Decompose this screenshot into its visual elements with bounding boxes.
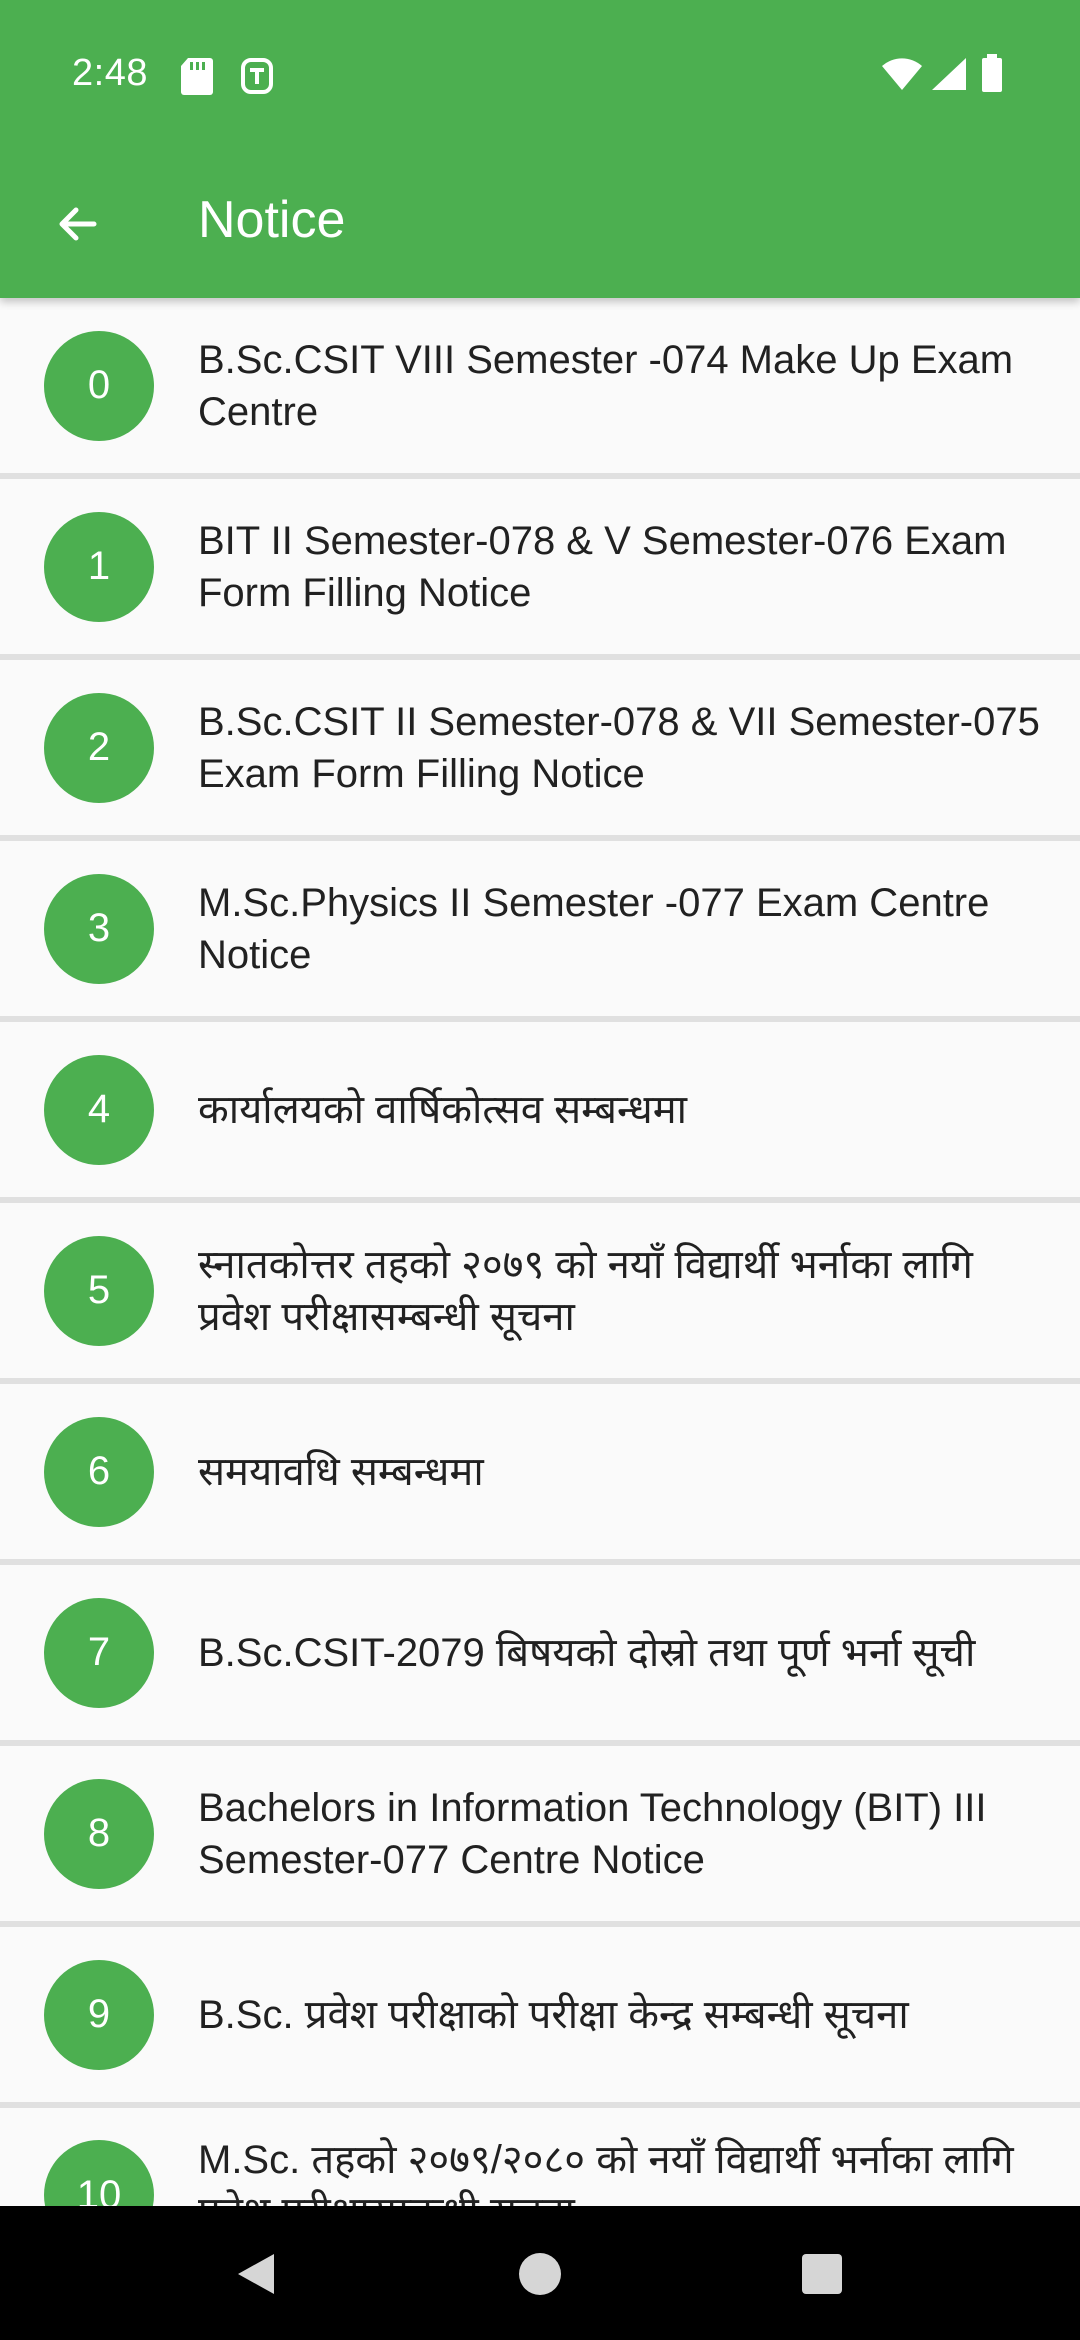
list-item[interactable]: 10 M.Sc. तहको २०७९/२०८० को नयाँ विद्यार्… xyxy=(0,2108,1080,2206)
index-avatar: 10 xyxy=(44,2140,154,2206)
list-item[interactable]: 7 B.Sc.CSIT-2079 बिषयको दोस्रो तथा पूर्ण… xyxy=(0,1565,1080,1740)
notice-title: Bachelors in Information Technology (BIT… xyxy=(198,1785,987,1882)
notice-list[interactable]: 0 B.Sc.CSIT VIII Semester -074 Make Up E… xyxy=(0,298,1080,2206)
notice-title: B.Sc. प्रवेश परीक्षाको परीक्षा केन्द्र स… xyxy=(198,1992,909,2037)
list-item[interactable]: 4 कार्यालयको वार्षिकोत्सव सम्बन्धमा xyxy=(0,1022,1080,1197)
notice-title: BIT II Semester-078 & V Semester-076 Exa… xyxy=(198,518,1007,615)
index-avatar: 7 xyxy=(44,1597,154,1708)
index-avatar: 8 xyxy=(44,1778,154,1889)
list-item[interactable]: 5 स्नातकोत्तर तहको २०७९ को नयाँ विद्यार्… xyxy=(0,1203,1080,1378)
list-item[interactable]: 0 B.Sc.CSIT VIII Semester -074 Make Up E… xyxy=(0,298,1080,473)
sd-card-icon xyxy=(180,56,214,100)
toolbar: Notice xyxy=(0,150,1080,298)
recents-square-icon[interactable] xyxy=(794,2246,850,2302)
index-avatar: 3 xyxy=(44,873,154,984)
notice-title: स्नातकोत्तर तहको २०७९ को नयाँ विद्यार्थी… xyxy=(198,1242,973,1339)
notice-title: M.Sc.Physics II Semester -077 Exam Centr… xyxy=(198,880,990,977)
page-title: Notice xyxy=(198,191,346,249)
status-time: 2:48 xyxy=(72,52,148,94)
index-avatar: 1 xyxy=(44,511,154,622)
arrow-back-icon[interactable] xyxy=(34,180,122,268)
index-avatar: 9 xyxy=(44,1959,154,2070)
index-avatar: 0 xyxy=(44,330,154,441)
back-triangle-icon[interactable] xyxy=(228,2246,284,2302)
status-bar: 2:48 xyxy=(0,0,1080,150)
wifi-icon xyxy=(880,56,924,96)
notice-title: B.Sc.CSIT-2079 बिषयको दोस्रो तथा पूर्ण भ… xyxy=(198,1630,976,1675)
assistant-icon xyxy=(240,56,274,100)
list-item[interactable]: 3 M.Sc.Physics II Semester -077 Exam Cen… xyxy=(0,841,1080,1016)
list-item[interactable]: 9 B.Sc. प्रवेश परीक्षाको परीक्षा केन्द्र… xyxy=(0,1927,1080,2102)
index-avatar: 4 xyxy=(44,1054,154,1165)
battery-icon xyxy=(980,54,1004,98)
list-item[interactable]: 6 समयावधि सम्बन्धमा xyxy=(0,1384,1080,1559)
index-avatar: 6 xyxy=(44,1416,154,1527)
home-circle-icon[interactable] xyxy=(512,2246,568,2302)
notice-title: B.Sc.CSIT VIII Semester -074 Make Up Exa… xyxy=(198,337,1014,434)
cell-signal-icon xyxy=(928,56,968,96)
app-bar: 2:48 Notice xyxy=(0,0,1080,298)
notice-title: कार्यालयको वार्षिकोत्सव सम्बन्धमा xyxy=(198,1087,687,1132)
list-item[interactable]: 1 BIT II Semester-078 & V Semester-076 E… xyxy=(0,479,1080,654)
index-avatar: 5 xyxy=(44,1235,154,1346)
notice-title: समयावधि सम्बन्धमा xyxy=(198,1449,484,1494)
notice-title: M.Sc. तहको २०७९/२०८० को नयाँ विद्यार्थी … xyxy=(198,2138,1014,2206)
notice-title: B.Sc.CSIT II Semester-078 & VII Semester… xyxy=(198,699,1040,796)
index-avatar: 2 xyxy=(44,692,154,803)
system-nav-bar xyxy=(0,2206,1080,2340)
list-item[interactable]: 8 Bachelors in Information Technology (B… xyxy=(0,1746,1080,1921)
list-item[interactable]: 2 B.Sc.CSIT II Semester-078 & VII Semest… xyxy=(0,660,1080,835)
